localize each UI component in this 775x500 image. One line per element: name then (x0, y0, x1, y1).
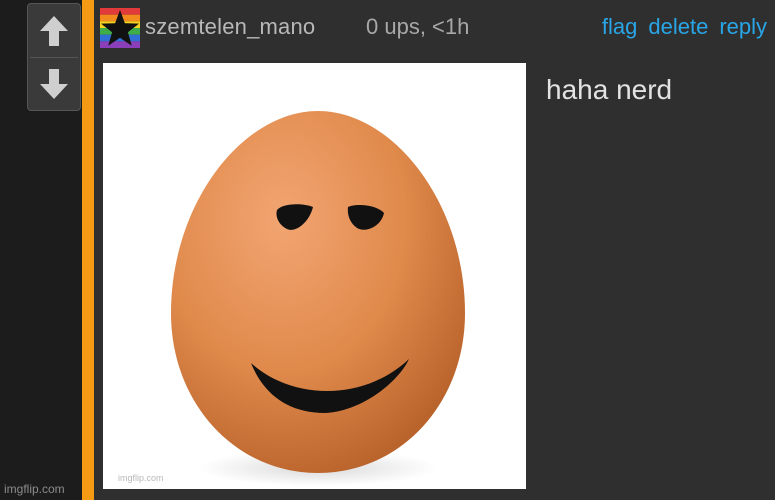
comment-meta: 0 ups, <1h (366, 14, 470, 39)
vote-column (27, 3, 81, 111)
comment-text: haha nerd (546, 74, 673, 105)
comment-header: szemtelen_mano 0 ups, <1h flag delete re… (94, 0, 775, 58)
comment-accent-bar (82, 0, 94, 500)
arrow-down-icon (40, 68, 68, 99)
avatar[interactable] (100, 8, 140, 48)
comment-actions: flag delete reply (602, 14, 767, 40)
arrow-up-icon (40, 15, 68, 46)
flag-link[interactable]: flag (602, 14, 637, 40)
vote-divider (30, 57, 78, 58)
downvote-button[interactable] (30, 59, 78, 108)
site-watermark: imgflip.com (4, 482, 65, 496)
comment: szemtelen_mano 0 ups, <1h flag delete re… (94, 0, 775, 500)
egg-face-image (171, 111, 465, 486)
comment-image[interactable]: imgflip.com (103, 63, 526, 489)
upvote-button[interactable] (30, 6, 78, 55)
reply-link[interactable]: reply (719, 14, 767, 40)
delete-link[interactable]: delete (648, 14, 708, 40)
username[interactable]: szemtelen_mano (145, 14, 315, 40)
image-watermark: imgflip.com (118, 473, 164, 483)
